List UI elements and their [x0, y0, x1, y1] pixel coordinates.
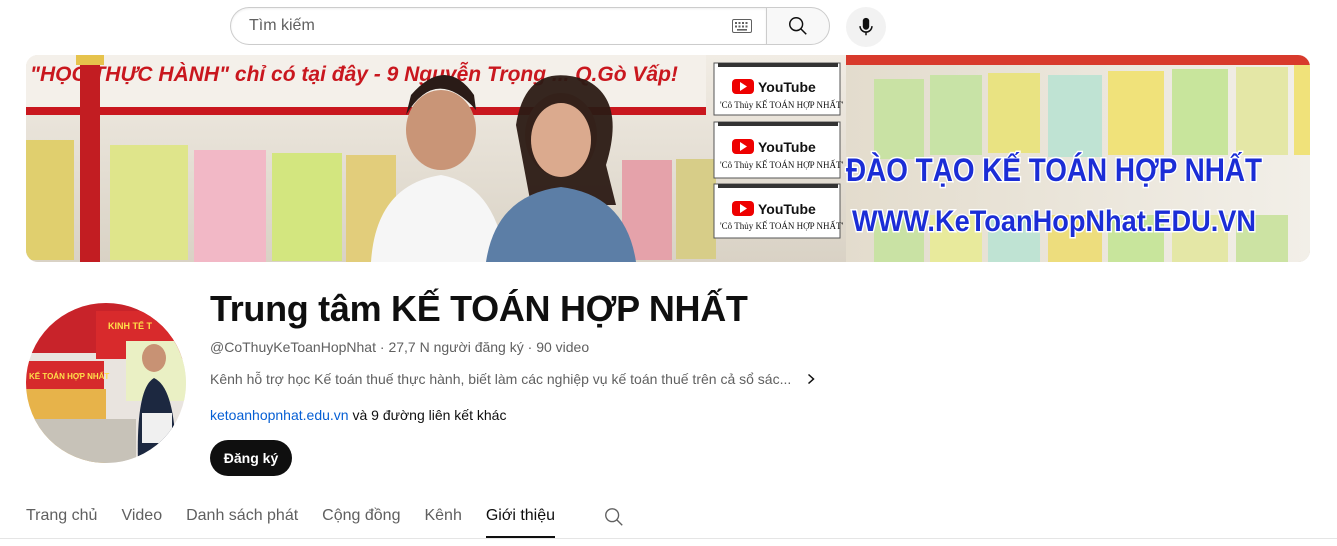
- channel-banner: "HỌC THỰC HÀNH" chỉ có tại đây - 9 Nguyễ…: [26, 55, 1310, 262]
- meta-separator: ·: [379, 339, 385, 355]
- search-box[interactable]: [230, 7, 766, 45]
- more-links-button[interactable]: và 9 đường liên kết khác: [349, 407, 506, 423]
- meta-separator: ·: [527, 339, 533, 355]
- avatar-sign-text: KẾ TOÁN HỢP NHẤT: [29, 371, 109, 381]
- channel-description[interactable]: Kênh hỗ trợ học Kế toán thuế thực hành, …: [210, 371, 817, 387]
- keyboard-icon[interactable]: [732, 19, 752, 33]
- tabs-divider: [0, 538, 1337, 539]
- channel-meta: @CoThuyKeToanHopNhat · 27,7 N người đăng…: [210, 339, 589, 355]
- chevron-right-icon[interactable]: [805, 373, 817, 385]
- channel-handle: @CoThuyKeToanHopNhat: [210, 339, 376, 355]
- channel-avatar[interactable]: KINH TẾ T KẾ TOÁN HỢP NHẤT: [26, 303, 186, 463]
- video-count: 90 video: [536, 339, 590, 355]
- search-icon[interactable]: [603, 506, 625, 528]
- channel-tabs: Trang chủ Video Danh sách phát Cộng đồng…: [26, 490, 579, 538]
- search-button[interactable]: [766, 7, 830, 45]
- banner-headline: ĐÀO TẠO KẾ TOÁN HỢP NHẤT: [846, 152, 1262, 188]
- youtube-badge-label: YouTube: [758, 139, 816, 155]
- channel-description-text: Kênh hỗ trợ học Kế toán thuế thực hành, …: [210, 371, 792, 387]
- subscribe-button[interactable]: Đăng ký: [210, 440, 292, 476]
- tab-playlists[interactable]: Danh sách phát: [186, 490, 298, 538]
- tab-about[interactable]: Giới thiệu: [485, 490, 556, 538]
- tab-channels[interactable]: Kênh: [424, 490, 461, 538]
- search-icon: [789, 17, 807, 35]
- banner-website: WWW.KeToanHopNhat.EDU.VN: [852, 205, 1256, 238]
- voice-search-button[interactable]: [846, 7, 886, 47]
- channel-title: Trung tâm KẾ TOÁN HỢP NHẤT: [210, 288, 748, 329]
- youtube-badge-caption: 'Cô Thủy KẾ TOÁN HỢP NHẤT': [720, 160, 844, 170]
- youtube-badge-label: YouTube: [758, 201, 816, 217]
- youtube-badge-label: YouTube: [758, 79, 816, 95]
- subscriber-count: 27,7 N người đăng ký: [388, 339, 524, 355]
- microphone-icon: [859, 17, 873, 36]
- avatar-sign-text: KINH TẾ T: [108, 321, 153, 331]
- tab-videos[interactable]: Video: [121, 490, 162, 538]
- youtube-badge-caption: 'Cô Thủy KẾ TOÁN HỢP NHẤT': [720, 100, 844, 110]
- channel-links: ketoanhopnhat.edu.vn và 9 đường liên kết…: [210, 407, 506, 423]
- channel-website-link[interactable]: ketoanhopnhat.edu.vn: [210, 407, 349, 423]
- youtube-badge-caption: 'Cô Thủy KẾ TOÁN HỢP NHẤT': [720, 221, 844, 231]
- search-input[interactable]: [247, 16, 732, 36]
- tab-home[interactable]: Trang chủ: [26, 490, 97, 538]
- tab-community[interactable]: Cộng đồng: [322, 490, 400, 538]
- search-bar: [230, 7, 830, 47]
